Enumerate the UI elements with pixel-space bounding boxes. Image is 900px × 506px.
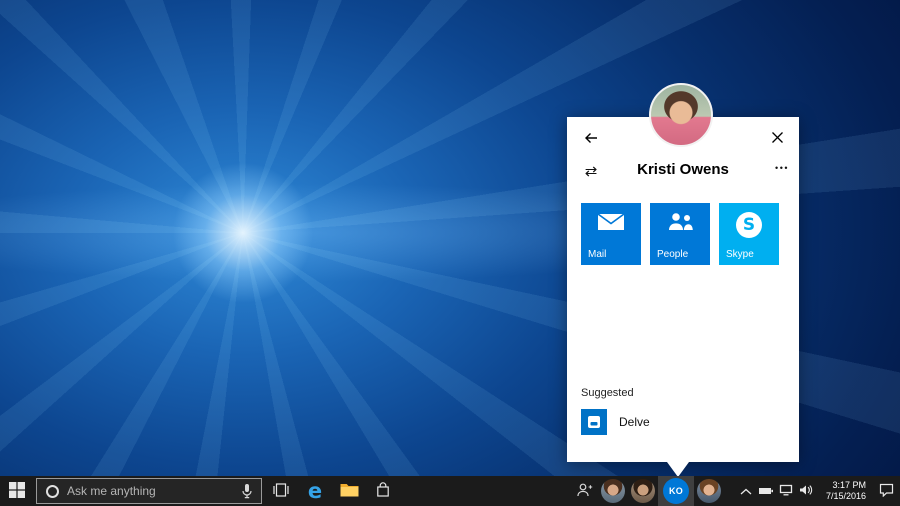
tile-label: Skype [726,249,754,260]
battery-button[interactable] [756,476,776,506]
volume-icon [799,484,814,499]
mail-tile[interactable]: Mail [581,203,641,265]
suggested-item-label: Delve [619,415,650,429]
more-icon: ••• [775,163,789,173]
app-tiles: Mail People S [581,203,779,265]
add-people-button[interactable] [570,476,598,506]
desktop: ⇄ Kristi Owens ••• Mail [0,0,900,506]
avatar-photo [697,479,721,503]
switch-icon: ⇄ [585,162,598,180]
taskbar-avatar-3[interactable] [694,476,724,506]
edge-button[interactable]: e [298,476,332,506]
contact-profile-photo [649,83,713,147]
folder-icon [340,482,359,500]
suggested-item-delve[interactable]: Delve [581,409,650,435]
taskbar-avatar-ko[interactable]: KO [658,476,694,506]
action-center-button[interactable] [872,476,900,506]
taskbar-left: e [0,476,400,506]
tile-label: Mail [588,249,606,260]
taskbar-avatar-1[interactable] [598,476,628,506]
back-arrow-icon [583,130,599,149]
people-icon [650,212,710,232]
people-flyout: ⇄ Kristi Owens ••• Mail [567,117,799,462]
network-icon [779,484,793,499]
skype-icon-wrap: S [719,212,779,238]
more-button[interactable]: ••• [775,163,789,173]
file-explorer-button[interactable] [332,476,366,506]
task-view-icon [272,483,290,500]
show-hidden-icons-button[interactable] [736,476,756,506]
close-icon [771,131,784,147]
tile-label: People [657,249,688,260]
start-button[interactable] [0,476,34,506]
people-tile[interactable]: People [650,203,710,265]
search-box[interactable] [36,478,262,504]
back-button[interactable] [579,127,603,151]
microphone-icon[interactable] [241,483,253,499]
taskbar: e [0,476,900,506]
mail-icon [581,212,641,231]
clock-date: 7/15/2016 [826,491,866,502]
avatar-photo [631,479,655,503]
add-people-icon [576,483,593,500]
clock-time: 3:17 PM [832,480,866,491]
suggested-heading: Suggested [581,387,634,399]
store-button[interactable] [366,476,400,506]
search-input[interactable] [67,479,237,503]
taskbar-right: KO [570,476,900,506]
skype-tile[interactable]: S Skype [719,203,779,265]
chevron-up-icon [740,484,752,499]
windows-logo-icon [9,482,25,501]
skype-s-glyph: S [743,217,755,234]
taskbar-avatar-2[interactable] [628,476,658,506]
edge-icon: e [308,481,322,502]
action-center-icon [879,483,894,500]
battery-icon [758,484,774,499]
tray-spacer [724,476,736,506]
flyout-pointer [667,462,689,477]
close-button[interactable] [765,127,789,151]
contact-name: Kristi Owens [597,161,769,178]
network-button[interactable] [776,476,796,506]
cortana-icon[interactable] [46,485,59,498]
avatar-photo [601,479,625,503]
delve-icon [581,409,607,435]
taskbar-clock[interactable]: 3:17 PM 7/15/2016 [816,480,872,502]
store-icon [375,482,391,501]
volume-button[interactable] [796,476,816,506]
ko-avatar: KO [663,478,689,504]
skype-icon: S [736,212,762,238]
task-view-button[interactable] [264,476,298,506]
